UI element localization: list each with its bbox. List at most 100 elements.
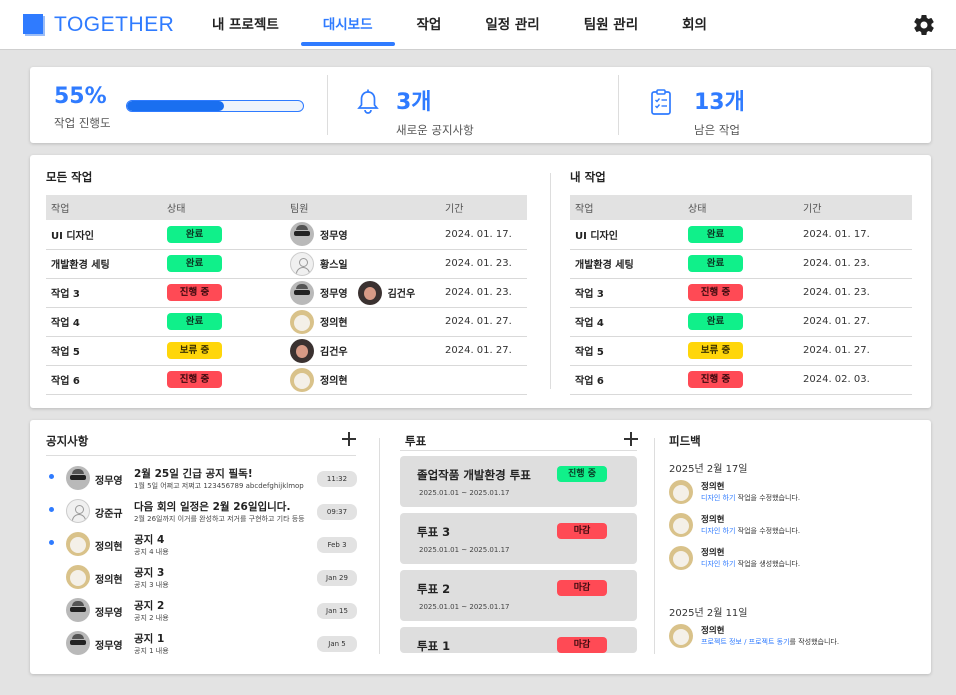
- vote-card[interactable]: 졸업작품 개발환경 투표 2025.01.01 ~ 2025.01.17 진행 중: [400, 456, 637, 507]
- vote-status-badge: 마감: [557, 637, 607, 653]
- table-row[interactable]: 개발환경 세팅 완료 2024. 01. 23.: [570, 249, 912, 279]
- divider: [400, 450, 637, 451]
- vote-card[interactable]: 투표 2 2025.01.01 ~ 2025.01.17 마감: [400, 570, 637, 621]
- table-row[interactable]: 작업 5 보류 중 2024. 01. 27.: [570, 336, 912, 366]
- table-row[interactable]: 개발환경 세팅 완료 황스일 2024. 01. 23.: [46, 249, 527, 279]
- vote-title: 투표 1: [417, 639, 451, 653]
- notice-preview: 공지 4 내용: [134, 548, 169, 556]
- logo[interactable]: TOGETHER: [23, 13, 174, 37]
- gear-icon[interactable]: [912, 13, 936, 37]
- notice-stat: 3개 새로운 공지사항: [396, 84, 474, 138]
- table-header: 작업 상태 팀원 기간: [46, 195, 527, 220]
- table-row[interactable]: 작업 6 진행 중 2024. 02. 03.: [570, 365, 912, 395]
- status-badge: 완료: [167, 225, 222, 243]
- all-tasks-table: 작업 상태 팀원 기간 UI 디자인 완료 정무영 2024. 01. 17. 개발환경 세팅…: [46, 195, 527, 395]
- tasks-card: 모든 작업 작업 상태 팀원 기간 UI 디자인 완료 정무영 2024. 01. 17. 개…: [30, 155, 931, 408]
- notice-item[interactable]: 정의현 공지 4 공지 4 내용 Feb 3: [45, 528, 365, 561]
- task-date: 2024. 01. 27.: [798, 307, 912, 337]
- status-badge: 완료: [688, 225, 743, 243]
- nav-item[interactable]: 작업: [395, 0, 464, 50]
- column-header: 기간: [440, 195, 527, 220]
- vote-card[interactable]: 투표 1 마감: [400, 627, 637, 653]
- nav-item[interactable]: 대시보드: [300, 0, 395, 50]
- feedback-link[interactable]: 디자인 하기: [701, 494, 735, 502]
- notice-author: 정의현: [95, 575, 123, 586]
- add-notice-icon[interactable]: [342, 432, 356, 446]
- table-row[interactable]: 작업 6 진행 중 정의현: [46, 365, 527, 395]
- task-name: 작업 5: [46, 336, 162, 366]
- member[interactable]: 김건우: [357, 280, 416, 305]
- logo-text: TOGETHER: [54, 13, 175, 36]
- feedback-action: 작업을 생성했습니다.: [735, 560, 801, 568]
- feedback-item[interactable]: 정의현 프로젝트 정보 / 프로젝트 동기를 작성했습니다.: [669, 624, 899, 652]
- feedback-item[interactable]: 정의현 디자인 하기 작업을 생성했습니다.: [669, 546, 899, 574]
- notice-author: 정무영: [95, 476, 123, 487]
- notice-title: 공지 4: [134, 534, 165, 546]
- feedback-text: 디자인 하기 작업을 생성했습니다.: [701, 559, 800, 569]
- vote-card[interactable]: 투표 3 2025.01.01 ~ 2025.01.17 마감: [400, 513, 637, 564]
- member[interactable]: 정무영: [290, 280, 348, 305]
- progress-stat: 55% 작업 진행도: [54, 84, 111, 131]
- table-row[interactable]: 작업 5 보류 중 김건우 2024. 01. 27.: [46, 336, 527, 366]
- status-cell: 완료: [162, 220, 285, 250]
- avatar: [669, 624, 693, 648]
- table-row[interactable]: 작업 4 완료 정의현 2024. 01. 27.: [46, 307, 527, 337]
- status-badge: 완료: [167, 255, 222, 272]
- table-row[interactable]: UI 디자인 완료 2024. 01. 17.: [570, 220, 912, 250]
- member[interactable]: 황스일: [290, 251, 348, 276]
- feedback-link[interactable]: 프로젝트 정보 / 프로젝트 동기: [701, 638, 790, 646]
- add-vote-icon[interactable]: [624, 432, 638, 446]
- feedback-link[interactable]: 디자인 하기: [701, 560, 735, 568]
- feedback-item[interactable]: 정의현 디자인 하기 작업을 수정했습니다.: [669, 480, 899, 508]
- task-name: 작업 6: [570, 365, 683, 395]
- avatar: [669, 513, 693, 537]
- member[interactable]: 정의현: [290, 309, 348, 334]
- member[interactable]: 김건우: [290, 338, 348, 363]
- table-row[interactable]: 작업 3 진행 중 정무영 김건우 2024. 01. 23.: [46, 278, 527, 308]
- notice-item[interactable]: 정무영 공지 1 공지 1 내용 Jan 5: [45, 627, 365, 660]
- avatar: [290, 367, 314, 392]
- notice-title: 다음 회의 일정은 2월 26일입니다.: [134, 501, 291, 513]
- task-name: 개발환경 세팅: [46, 249, 162, 279]
- member-name: 김건우: [387, 289, 416, 300]
- avatar: [290, 280, 314, 305]
- task-date: 2024. 01. 17.: [440, 220, 527, 250]
- votes-section: 투표 졸업작품 개발환경 투표 2025.01.01 ~ 2025.01.17 진행…: [380, 420, 655, 674]
- notice-item[interactable]: 정무영 공지 2 공지 2 내용 Jan 15: [45, 594, 365, 627]
- nav-item[interactable]: 내 프로젝트: [190, 0, 301, 50]
- vote-dates: 2025.01.01 ~ 2025.01.17: [419, 603, 510, 611]
- nav-item[interactable]: 회의: [660, 0, 729, 50]
- notice-item[interactable]: 정의현 공지 3 공지 3 내용 Jan 29: [45, 561, 365, 594]
- table-row[interactable]: UI 디자인 완료 정무영 2024. 01. 17.: [46, 220, 527, 250]
- notice-count: 3개: [396, 90, 432, 115]
- feedback-item[interactable]: 정의현 디자인 하기 작업을 수정했습니다.: [669, 513, 899, 541]
- nav-item[interactable]: 일정 관리: [463, 0, 561, 50]
- member[interactable]: 정의현: [290, 367, 348, 392]
- table-row[interactable]: 작업 4 완료 2024. 01. 27.: [570, 307, 912, 337]
- notice-item[interactable]: 정무영 2월 25일 긴급 공지 필독! 1월 5일 어쩌고 저쩌고 1234567…: [45, 462, 365, 495]
- vote-status-badge: 진행 중: [557, 466, 607, 482]
- task-date: 2024. 01. 27.: [440, 336, 527, 366]
- member[interactable]: 정무영: [290, 222, 348, 247]
- notice-time: 11:32: [317, 471, 357, 487]
- avatar: [290, 338, 314, 363]
- notice-time: Jan 15: [317, 603, 357, 619]
- column-header: 상태: [683, 195, 798, 220]
- notices-title: 공지사항: [46, 434, 89, 448]
- notice-title: 공지 1: [134, 633, 165, 645]
- bell-icon: [357, 89, 379, 114]
- my-tasks-table: 작업 상태 기간 UI 디자인 완료 2024. 01. 17. 개발환경 세팅 완료 202…: [570, 195, 912, 395]
- feedback-link[interactable]: 디자인 하기: [701, 527, 735, 535]
- members-cell: 정의현: [285, 365, 440, 395]
- column-header: 작업: [46, 195, 162, 220]
- notice-item[interactable]: 강준규 다음 회의 일정은 2월 26일입니다. 2월 26일까지 이거를 완성하고…: [45, 495, 365, 528]
- notice-time: Feb 3: [317, 537, 357, 553]
- feedback-action: 를 작성했습니다.: [789, 638, 840, 646]
- status-cell: 진행 중: [162, 365, 285, 395]
- nav-item[interactable]: 팀원 관리: [562, 0, 660, 50]
- status-badge: 보류 중: [688, 342, 743, 359]
- progress-value: 55%: [54, 84, 107, 109]
- table-row[interactable]: 작업 3 진행 중 2024. 01. 23.: [570, 278, 912, 308]
- member-name: 정무영: [320, 230, 348, 242]
- members-cell: 정무영: [285, 220, 440, 250]
